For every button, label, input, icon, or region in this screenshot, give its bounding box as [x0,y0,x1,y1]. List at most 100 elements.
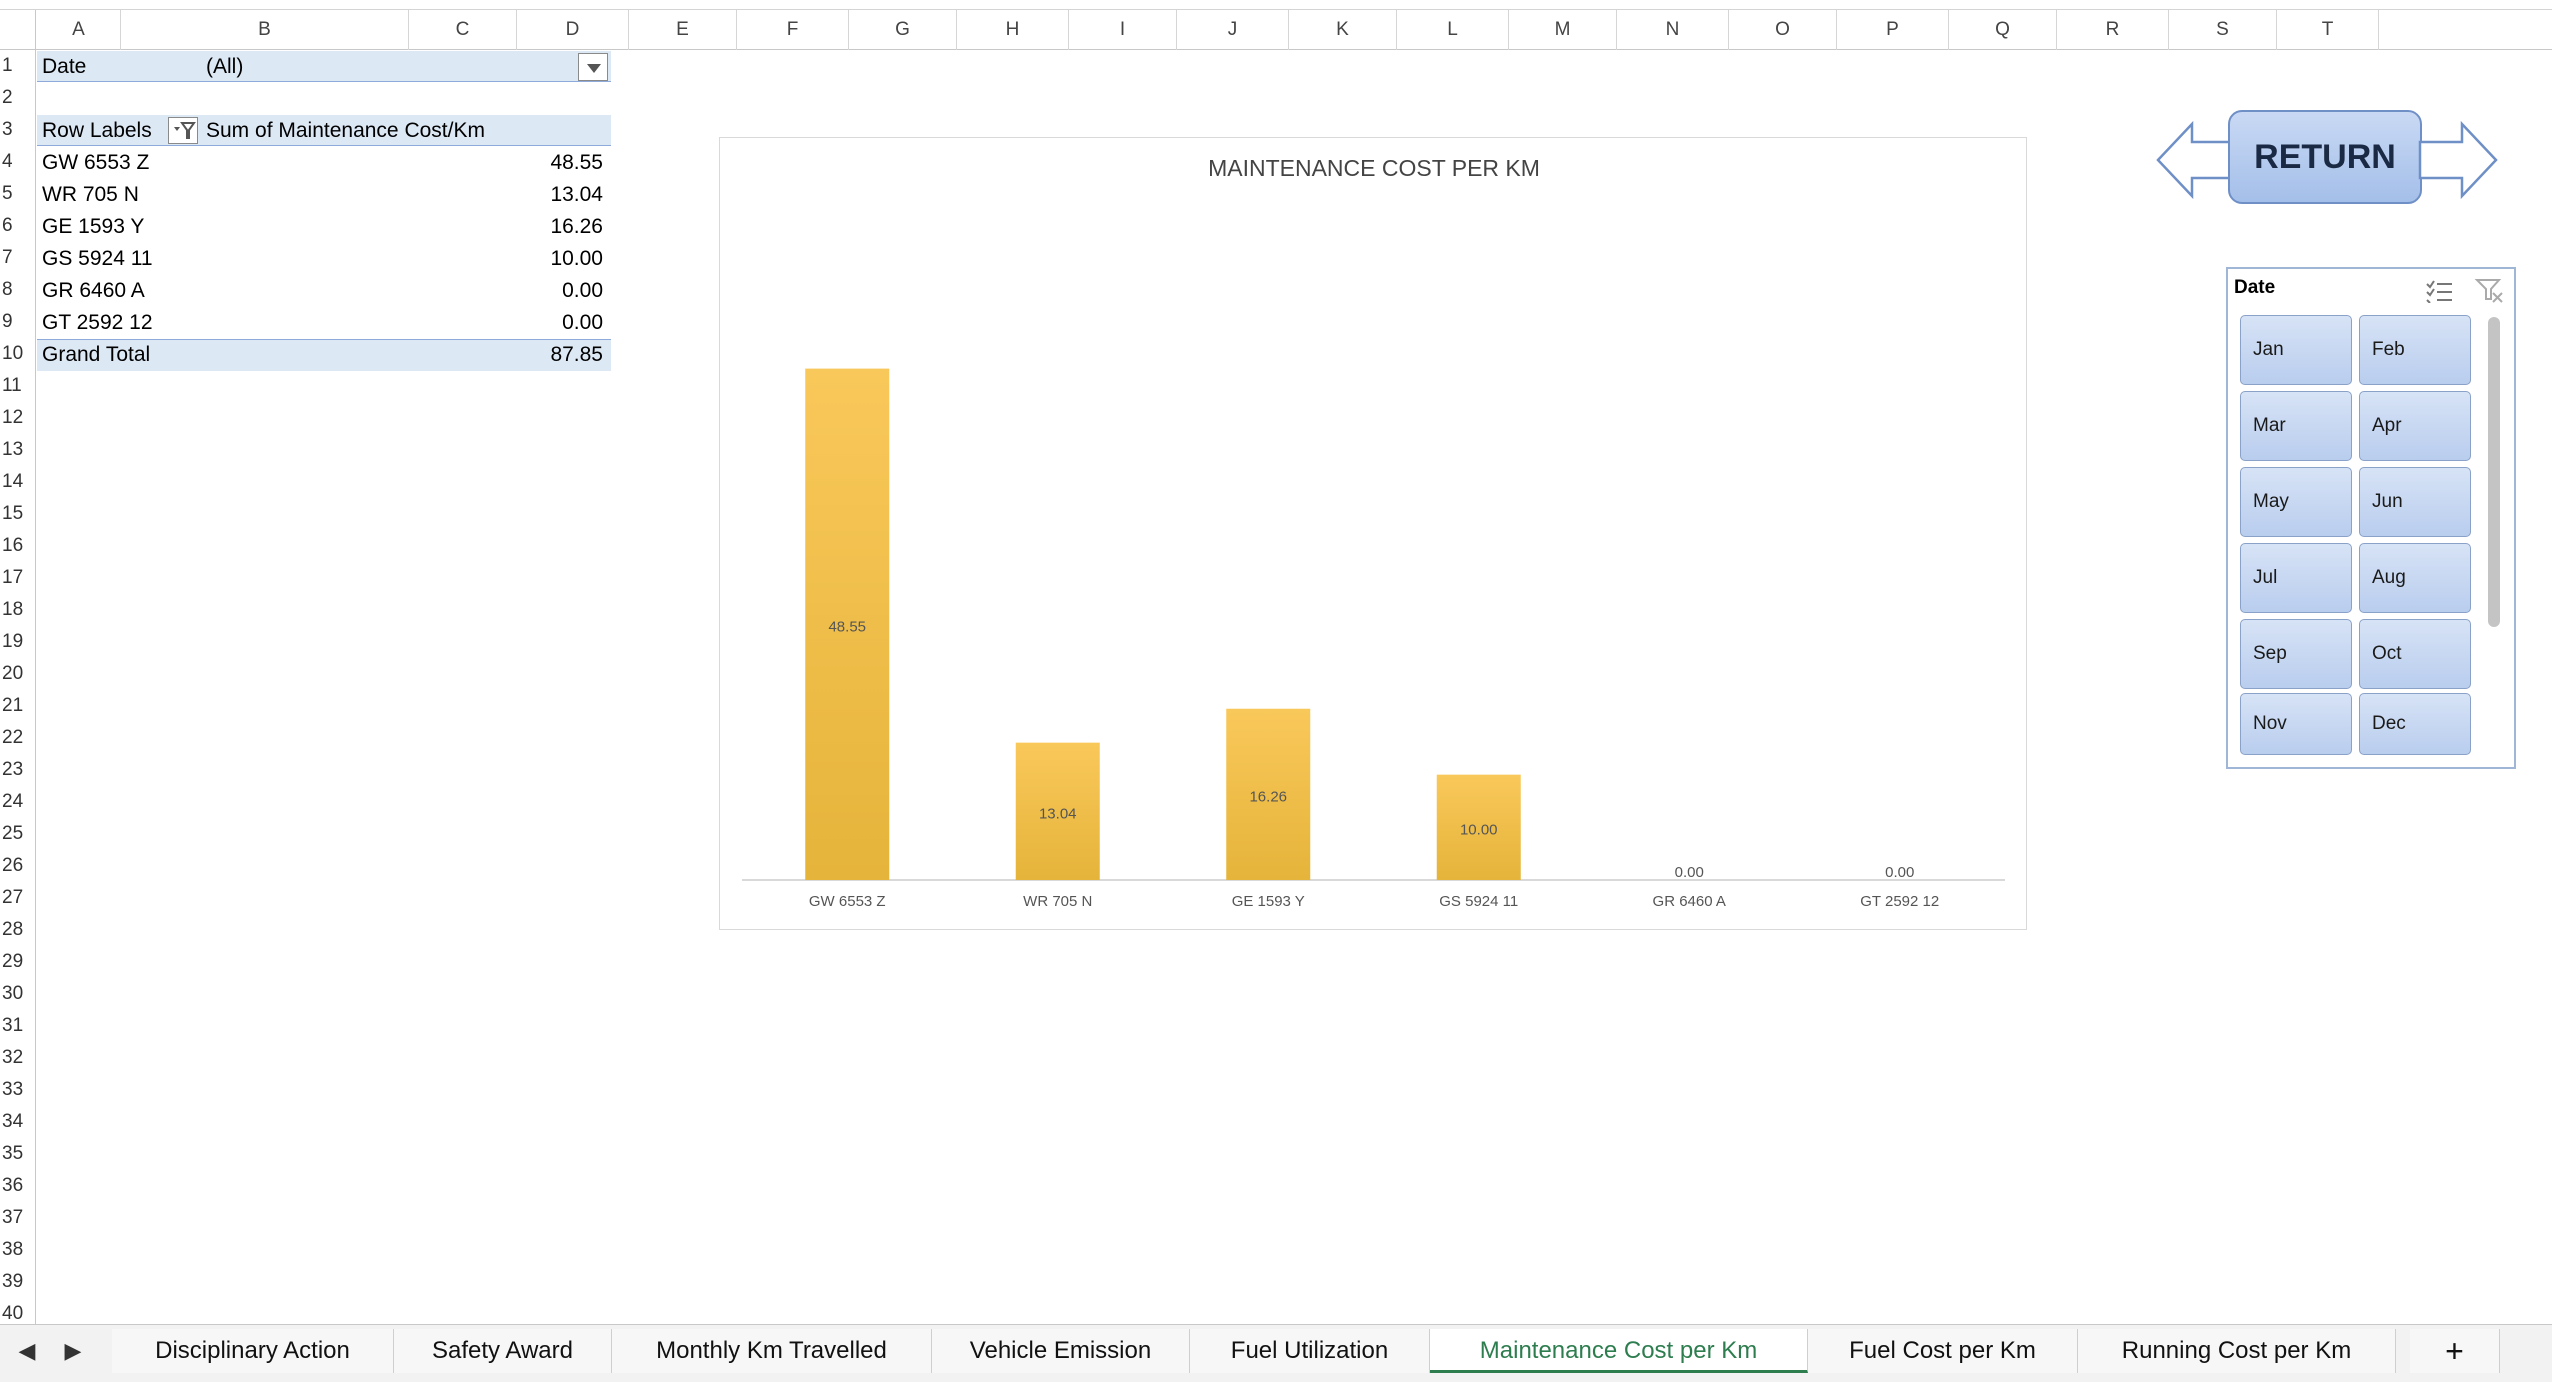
column-header[interactable]: O [1729,10,1837,50]
sheet-tab-monthly-km-travelled[interactable]: Monthly Km Travelled [612,1329,932,1373]
pivot-row-labels-header[interactable]: Row Labels [42,115,152,147]
column-header[interactable]: L [1397,10,1509,50]
row-header[interactable]: 30 [0,978,36,1010]
row-header[interactable]: 39 [0,1266,36,1298]
pivot-row-value[interactable]: 16.26 [206,211,609,243]
row-header[interactable]: 1 [0,50,36,82]
slicer-item-oct[interactable]: Oct [2359,619,2471,689]
sheet-tab-fuel-utilization[interactable]: Fuel Utilization [1190,1329,1430,1373]
filter-dropdown-button[interactable] [578,53,608,81]
column-header[interactable]: I [1069,10,1177,50]
sheet-tab-running-cost-per-km[interactable]: Running Cost per Km [2078,1329,2396,1373]
slicer-item-mar[interactable]: Mar [2240,391,2352,461]
slicer-item-jun[interactable]: Jun [2359,467,2471,537]
pivot-row-value[interactable]: 48.55 [206,147,609,179]
row-header[interactable]: 12 [0,402,36,434]
row-header[interactable]: 11 [0,370,36,402]
slicer-item-feb[interactable]: Feb [2359,315,2471,385]
column-header[interactable]: S [2169,10,2277,50]
maintenance-cost-chart[interactable]: MAINTENANCE COST PER KM 48.55 GW 6553 Z 13.… [719,137,2027,930]
column-header[interactable]: T [2277,10,2379,50]
row-header[interactable]: 34 [0,1106,36,1138]
slicer-item-nov[interactable]: Nov [2240,693,2352,755]
column-header[interactable]: N [1617,10,1729,50]
slicer-item-may[interactable]: May [2240,467,2352,537]
sheet-tab-safety-award[interactable]: Safety Award [394,1329,612,1373]
row-header[interactable]: 40 [0,1298,36,1324]
column-header[interactable]: F [737,10,849,50]
row-header[interactable]: 27 [0,882,36,914]
prev-sheet-arrow-icon[interactable]: ◀ [14,1333,40,1369]
clear-filter-icon[interactable] [2474,277,2504,303]
row-header[interactable]: 35 [0,1138,36,1170]
select-all-corner[interactable] [0,10,36,50]
slicer-item-jan[interactable]: Jan [2240,315,2352,385]
row-header[interactable]: 24 [0,786,36,818]
column-header[interactable]: C [409,10,517,50]
pivot-row-label[interactable]: GW 6553 Z [42,147,149,179]
column-header[interactable]: D [517,10,629,50]
row-header[interactable]: 32 [0,1042,36,1074]
row-header[interactable]: 25 [0,818,36,850]
pivot-row-label[interactable]: GT 2592 12 [42,307,153,339]
row-header[interactable]: 38 [0,1234,36,1266]
pivot-row-label[interactable]: GR 6460 A [42,275,145,307]
right-arrow-icon[interactable] [2416,118,2500,202]
slicer-item-jul[interactable]: Jul [2240,543,2352,613]
row-labels-filter-button[interactable] [168,117,198,144]
row-header[interactable]: 14 [0,466,36,498]
row-header[interactable]: 17 [0,562,36,594]
row-header[interactable]: 18 [0,594,36,626]
next-sheet-arrow-icon[interactable]: ▶ [60,1333,86,1369]
date-slicer[interactable]: Date Jan Feb Mar Apr May Jun Jul Aug Sep Oct Nov De… [2226,267,2516,769]
pivot-row-label[interactable]: GE 1593 Y [42,211,144,243]
slicer-item-sep[interactable]: Sep [2240,619,2352,689]
row-header[interactable]: 8 [0,274,36,306]
row-header[interactable]: 10 [0,338,36,370]
column-header[interactable]: J [1177,10,1289,50]
slicer-item-apr[interactable]: Apr [2359,391,2471,461]
column-header[interactable]: R [2057,10,2169,50]
row-header[interactable]: 20 [0,658,36,690]
grand-total-value[interactable]: 87.85 [206,339,609,371]
column-header[interactable]: G [849,10,957,50]
row-header[interactable]: 2 [0,82,36,114]
row-header[interactable]: 13 [0,434,36,466]
row-header[interactable]: 16 [0,530,36,562]
pivot-row-value[interactable]: 0.00 [206,307,609,339]
row-header[interactable]: 36 [0,1170,36,1202]
row-header[interactable]: 7 [0,242,36,274]
pivot-filter-value[interactable]: (All) [206,51,243,83]
column-header[interactable]: B [121,10,409,50]
row-header[interactable]: 31 [0,1010,36,1042]
row-header[interactable]: 29 [0,946,36,978]
column-header[interactable]: E [629,10,737,50]
row-header[interactable]: 33 [0,1074,36,1106]
multi-select-icon[interactable] [2424,277,2454,303]
pivot-row-label[interactable]: GS 5924 11 [42,243,153,275]
slicer-scrollbar[interactable] [2488,317,2500,627]
sheet-tab-fuel-cost-per-km[interactable]: Fuel Cost per Km [1808,1329,2078,1373]
sheet-tab-maintenance-cost-per-km[interactable]: Maintenance Cost per Km [1430,1329,1808,1373]
column-header[interactable]: A [37,10,121,50]
row-header[interactable]: 5 [0,178,36,210]
row-header[interactable]: 4 [0,146,36,178]
sheet-tab-disciplinary-action[interactable]: Disciplinary Action [112,1329,394,1373]
spreadsheet-grid[interactable]: ABCDEFGHIJKLMNOPQRST 1 2 3 4 5 6 7 8 9 10 11 12 13 14… [0,0,2552,1324]
row-header[interactable]: 9 [0,306,36,338]
row-header[interactable]: 6 [0,210,36,242]
pivot-row-value[interactable]: 0.00 [206,275,609,307]
row-header[interactable]: 28 [0,914,36,946]
pivot-row-value[interactable]: 13.04 [206,179,609,211]
column-header[interactable]: H [957,10,1069,50]
row-header[interactable]: 37 [0,1202,36,1234]
column-header[interactable]: Q [1949,10,2057,50]
row-header[interactable]: 21 [0,690,36,722]
return-button[interactable]: RETURN [2228,110,2422,204]
sheet-tab-vehicle-emission[interactable]: Vehicle Emission [932,1329,1190,1373]
slicer-item-aug[interactable]: Aug [2359,543,2471,613]
row-header[interactable]: 22 [0,722,36,754]
slicer-item-dec[interactable]: Dec [2359,693,2471,755]
pivot-row-label[interactable]: WR 705 N [42,179,139,211]
pivot-value-header[interactable]: Sum of Maintenance Cost/Km [206,115,485,147]
